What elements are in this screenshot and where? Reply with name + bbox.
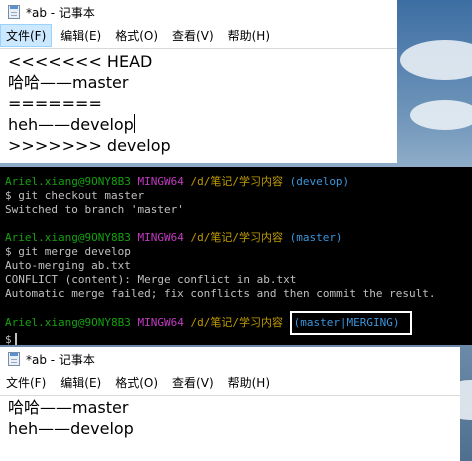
menu-file[interactable]: 文件(F) [0,371,52,394]
text-line: >>>>>>> develop [8,136,171,155]
notepad-icon [8,5,20,19]
terminal-cursor [14,333,17,345]
menu-view[interactable]: 查看(V) [166,24,220,47]
text-line: ======= [8,94,102,113]
prompt-branch: (master|MERGING) [293,316,400,329]
text-line: heh——develop [8,115,134,134]
notepad-icon [8,352,20,366]
prompt-user: Ariel.xiang@9ONY8B3 [5,175,131,188]
prompt-branch: (develop) [289,175,350,188]
terminal-output-line: Automatic merge failed; fix conflicts an… [5,287,436,300]
terminal-output-line: Auto-merging ab.txt [5,259,131,272]
merging-highlight-box: (master|MERGING) [289,311,412,335]
text-line-with-caret: heh——develop [8,114,397,135]
text-caret [133,114,135,133]
text-line: 哈哈——master [8,398,129,417]
window-title: *ab - 记事本 [26,352,95,367]
prompt-user: Ariel.xiang@9ONY8B3 [5,316,131,329]
prompt-line: Ariel.xiang@9ONY8B3 MINGW64 /d/笔记/学习内容 (… [5,231,472,245]
prompt-host: MINGW64 [137,316,184,329]
prompt-path: /d/笔记/学习内容 [190,231,283,244]
terminal-output-line: CONFLICT (content): Merge conflict in ab… [5,273,297,286]
prompt-symbol: $ [5,333,12,346]
text-line: 哈哈——master [8,73,129,92]
menu-format[interactable]: 格式(O) [109,371,164,394]
notepad-window-top[interactable]: *ab - 记事本 文件(F) 编辑(E) 格式(O) 查看(V) 帮助(H) … [0,0,397,163]
text-editor[interactable]: <<<<<<< HEAD 哈哈——master ======= heh——dev… [0,48,397,163]
terminal-output-line: $ git checkout master [5,189,145,202]
menu-file[interactable]: 文件(F) [0,23,53,47]
prompt-user: Ariel.xiang@9ONY8B3 [5,231,131,244]
prompt-branch: (master) [289,231,343,244]
text-line: <<<<<<< HEAD [8,52,153,71]
prompt-line: Ariel.xiang@9ONY8B3 MINGW64 /d/笔记/学习内容 (… [5,311,472,335]
terminal-window[interactable]: Ariel.xiang@9ONY8B3 MINGW64 /d/笔记/学习内容 (… [0,167,472,347]
title-bar[interactable]: *ab - 记事本 [0,347,460,371]
menu-bar: 文件(F) 编辑(E) 格式(O) 查看(V) 帮助(H) [0,23,397,47]
cloud [410,100,472,130]
terminal-output-line: Switched to branch 'master' [5,203,184,216]
prompt-host: MINGW64 [137,175,184,188]
menu-bar: 文件(F) 编辑(E) 格式(O) 查看(V) 帮助(H) [0,371,460,393]
menu-edit[interactable]: 编辑(E) [54,371,107,394]
menu-view[interactable]: 查看(V) [166,371,220,394]
prompt-line: Ariel.xiang@9ONY8B3 MINGW64 /d/笔记/学习内容 (… [5,175,472,189]
prompt-host: MINGW64 [137,231,184,244]
title-bar[interactable]: *ab - 记事本 [0,0,397,24]
menu-format[interactable]: 格式(O) [109,24,164,47]
prompt-path: /d/笔记/学习内容 [190,175,283,188]
terminal-input-line[interactable]: $ [5,333,472,347]
terminal-output-line: $ git merge develop [5,245,131,258]
prompt-path: /d/笔记/学习内容 [190,316,283,329]
text-editor[interactable]: 哈哈——master heh——develop [0,395,460,461]
menu-edit[interactable]: 编辑(E) [54,24,107,47]
window-title: *ab - 记事本 [26,5,95,20]
text-line: heh——develop [8,419,134,438]
menu-help[interactable]: 帮助(H) [222,371,276,394]
notepad-window-bottom[interactable]: *ab - 记事本 文件(F) 编辑(E) 格式(O) 查看(V) 帮助(H) … [0,347,460,461]
menu-help[interactable]: 帮助(H) [222,24,276,47]
